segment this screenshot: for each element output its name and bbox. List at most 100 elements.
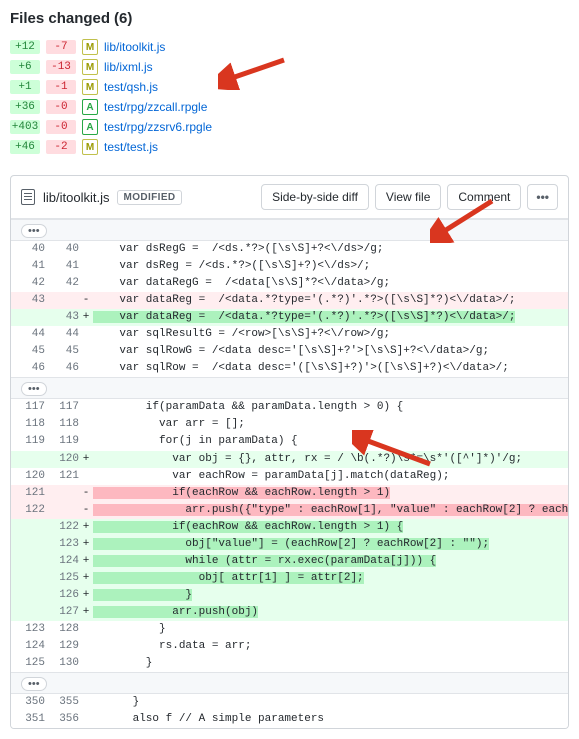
lines-removed-badge: -0 (46, 100, 76, 114)
code-line[interactable]: 124129 rs.data = arr; (11, 638, 569, 655)
file-path-link[interactable]: test/rpg/zzcall.rpgle (104, 100, 207, 114)
diff-marker: - (79, 502, 93, 519)
diff-hunk-2: 117117 if(paramData && paramData.length … (11, 399, 569, 672)
old-line-number: 351 (11, 711, 45, 728)
lines-added-badge: +6 (10, 60, 40, 74)
code-line[interactable]: 4242 var dataRegG = /<data[\s\S]*?<\/dat… (11, 275, 568, 292)
code-line[interactable]: 123128 } (11, 621, 569, 638)
code-content: var dsReg = /<ds.*?>([\s\S]+?)<\/ds>/; (93, 258, 568, 275)
diff-hunk-3: 350355 }351356 also f // A simple parame… (11, 694, 568, 728)
old-line-number: 117 (11, 399, 45, 416)
diff-marker (79, 343, 93, 360)
code-line[interactable]: 4141 var dsReg = /<ds.*?>([\s\S]+?)<\/ds… (11, 258, 568, 275)
old-line-number (11, 309, 45, 326)
file-path-link[interactable]: lib/ixml.js (104, 60, 153, 74)
code-content: obj["value"] = (eachRow[2] ? eachRow[2] … (93, 536, 569, 553)
file-path-link[interactable]: test/qsh.js (104, 80, 158, 94)
code-line[interactable]: 125130 } (11, 655, 569, 672)
file-summary-row: +1-1Mtest/qsh.js (10, 77, 569, 97)
code-line[interactable]: 117117 if(paramData && paramData.length … (11, 399, 569, 416)
code-line[interactable]: 4444 var sqlResultG = /<row>[\s\S]+?<\/r… (11, 326, 568, 343)
file-path-link[interactable]: lib/itoolkit.js (104, 40, 165, 54)
change-type-badge: M (82, 139, 98, 155)
new-line-number: 121 (45, 468, 79, 485)
diff-marker: + (79, 309, 93, 326)
file-summary-list: +12-7Mlib/itoolkit.js+6-13Mlib/ixml.js+1… (10, 37, 569, 157)
code-content: var sqlRow = /<data desc='([\s\S]+?)'>([… (93, 360, 568, 377)
diff-marker: + (79, 519, 93, 536)
code-line[interactable]: 124+ while (attr = rx.exec(paramData[j])… (11, 553, 569, 570)
code-content: for(j in paramData) { (93, 433, 569, 450)
old-line-number (11, 570, 45, 587)
diff-marker (79, 468, 93, 485)
code-content: var obj = {}, attr, rx = / \b(.*?)\s*=\s… (93, 451, 569, 468)
diff-marker (79, 621, 93, 638)
hunk-expand[interactable]: ••• (11, 219, 568, 241)
code-content: } (93, 694, 568, 711)
new-line-number: 125 (45, 570, 79, 587)
code-content: obj[ attr[1] ] = attr[2]; (93, 570, 569, 587)
new-line-number: 124 (45, 553, 79, 570)
diff-marker: - (79, 292, 93, 309)
code-line[interactable]: 350355 } (11, 694, 568, 711)
diff-panel: lib/itoolkit.js MODIFIED Side-by-side di… (10, 175, 569, 729)
code-line[interactable]: 43+ var dataReg = /<data.*?type='(.*?)'.… (11, 309, 568, 326)
old-line-number: 122 (11, 502, 45, 519)
code-content: var eachRow = paramData[j].match(dataReg… (93, 468, 569, 485)
new-line-number: 42 (45, 275, 79, 292)
code-line[interactable]: 118118 var arr = []; (11, 416, 569, 433)
code-line[interactable]: 4545 var sqlRowG = /<data desc='[\s\S]+?… (11, 343, 568, 360)
files-changed-count: (6) (114, 10, 132, 27)
lines-removed-badge: -7 (46, 40, 76, 54)
old-line-number (11, 451, 45, 468)
old-line-number (11, 536, 45, 553)
new-line-number: 122 (45, 519, 79, 536)
new-line-number: 128 (45, 621, 79, 638)
code-content: var arr = []; (93, 416, 569, 433)
file-summary-row: +36-0Atest/rpg/zzcall.rpgle (10, 97, 569, 117)
code-content: var dataReg = /<data.*?type='(.*?)'.*?>(… (93, 309, 568, 326)
hunk-expand[interactable]: ••• (11, 672, 568, 694)
diff-marker (79, 638, 93, 655)
lines-added-badge: +36 (10, 100, 40, 114)
new-line-number: 355 (45, 694, 79, 711)
more-actions-button[interactable]: ••• (527, 184, 558, 210)
view-file-button[interactable]: View file (375, 184, 441, 210)
code-line[interactable]: 123+ obj["value"] = (eachRow[2] ? eachRo… (11, 536, 569, 553)
code-line[interactable]: 351356 also f // A simple parameters (11, 711, 568, 728)
comment-button[interactable]: Comment (447, 184, 521, 210)
new-line-number: 123 (45, 536, 79, 553)
code-line[interactable]: 121- if(eachRow && eachRow.length > 1) (11, 485, 569, 502)
code-line[interactable]: 120121 var eachRow = paramData[j].match(… (11, 468, 569, 485)
code-line[interactable]: 127+ arr.push(obj) (11, 604, 569, 621)
code-line[interactable]: 120+ var obj = {}, attr, rx = / \b(.*?)\… (11, 451, 569, 468)
code-line[interactable]: 4040 var dsRegG = /<ds.*?>([\s\S]+?<\/ds… (11, 241, 568, 258)
files-changed-title: Files changed (10, 10, 110, 27)
old-line-number: 124 (11, 638, 45, 655)
new-line-number: 120 (45, 451, 79, 468)
code-line[interactable]: 4646 var sqlRow = /<data desc='([\s\S]+?… (11, 360, 568, 377)
code-content: var dataRegG = /<data[\s\S]*?<\/data>/g; (93, 275, 568, 292)
change-type-badge: M (82, 39, 98, 55)
code-line[interactable]: 126+ } (11, 587, 569, 604)
diff-marker: + (79, 536, 93, 553)
code-line[interactable]: 43- var dataReg = /<data.*?type='(.*?)'.… (11, 292, 568, 309)
code-content: } (93, 621, 569, 638)
code-content: } (93, 587, 569, 604)
old-line-number: 121 (11, 485, 45, 502)
diff-file-path[interactable]: lib/itoolkit.js (43, 190, 109, 205)
file-path-link[interactable]: test/test.js (104, 140, 158, 154)
diff-marker (79, 258, 93, 275)
file-path-link[interactable]: test/rpg/zzsrv6.rpgle (104, 120, 212, 134)
code-line[interactable]: 119119 for(j in paramData) { (11, 433, 569, 450)
side-by-side-button[interactable]: Side-by-side diff (261, 184, 369, 210)
code-content: var sqlResultG = /<row>[\s\S]+?<\/row>/g… (93, 326, 568, 343)
code-line[interactable]: 122+ if(eachRow && eachRow.length > 1) { (11, 519, 569, 536)
code-line[interactable]: 125+ obj[ attr[1] ] = attr[2]; (11, 570, 569, 587)
old-line-number (11, 553, 45, 570)
hunk-expand[interactable]: ••• (11, 377, 568, 399)
diff-marker: + (79, 587, 93, 604)
new-line-number: 356 (45, 711, 79, 728)
new-line-number: 117 (45, 399, 79, 416)
code-line[interactable]: 122- arr.push({"type" : eachRow[1], "val… (11, 502, 569, 519)
